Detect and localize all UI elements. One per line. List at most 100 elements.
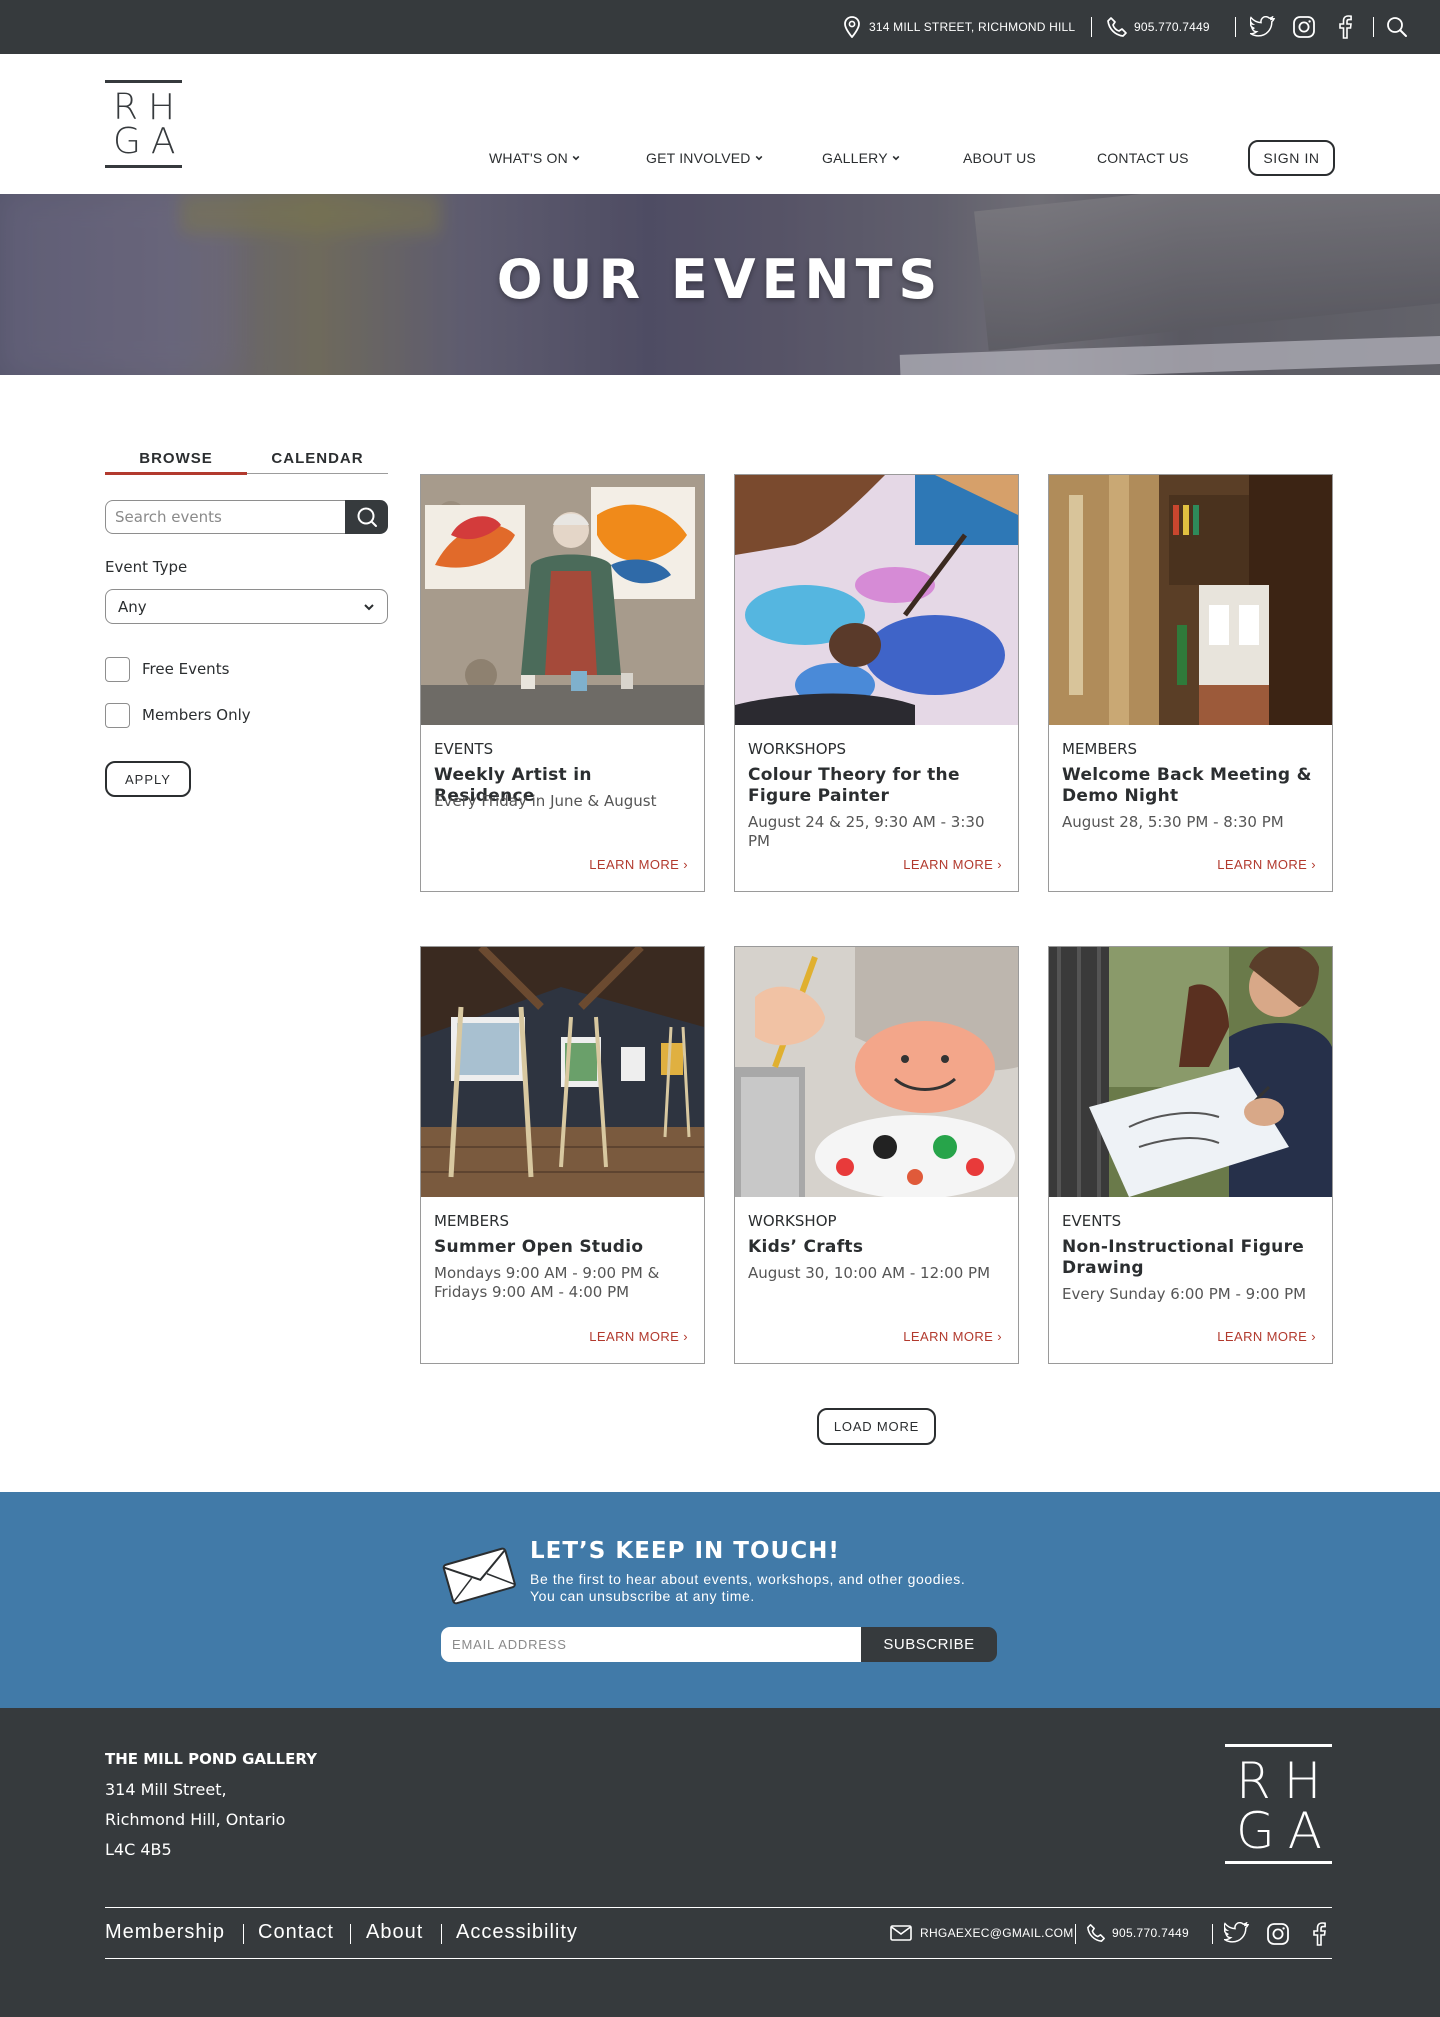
nav-label: CONTACT US (1097, 150, 1189, 166)
event-type-label: Event Type (105, 558, 188, 576)
event-image-welcome-back (1049, 475, 1332, 725)
footer-email-text: RHGAEXEC@GMAIL.COM (920, 1926, 1074, 1940)
nav-about-us[interactable]: ABOUT US (963, 148, 1036, 168)
search-icon[interactable] (1386, 0, 1408, 54)
divider (1373, 17, 1374, 37)
footer-phone-link[interactable]: 905.770.7449 (1086, 1922, 1189, 1944)
tab-calendar[interactable]: CALENDAR (247, 450, 388, 472)
event-date: August 24 & 25, 9:30 AM - 3:30 PM (748, 813, 985, 850)
footer-divider (105, 1907, 1332, 1908)
divider (243, 1924, 244, 1944)
tab-active-indicator (105, 472, 247, 475)
event-card[interactable]: MEMBERS Summer Open Studio Mondays 9:00 … (420, 946, 705, 1364)
divider (1212, 1924, 1213, 1944)
learn-more-link[interactable]: LEARN MORE › (903, 857, 1002, 872)
divider (1091, 17, 1092, 37)
newsletter-description: Be the first to hear about events, works… (530, 1571, 966, 1587)
event-card[interactable]: WORKSHOP Kids’ Crafts August 30, 10:00 A… (734, 946, 1019, 1364)
members-only-checkbox[interactable] (105, 703, 130, 728)
address-line: 314 Mill Street, (105, 1780, 227, 1799)
address-link[interactable]: 314 MILL STREET, RICHMOND HILL (843, 0, 1075, 54)
event-card[interactable]: MEMBERS Welcome Back Meeting & Demo Nigh… (1048, 474, 1333, 892)
chevron-down-icon (892, 155, 900, 161)
twitter-icon[interactable] (1250, 0, 1276, 54)
learn-more-link[interactable]: LEARN MORE › (1217, 1329, 1316, 1344)
chevron-down-icon (572, 155, 580, 161)
page-title: OUR EVENTS (496, 248, 944, 311)
envelope-icon (442, 1547, 516, 1605)
divider (441, 1924, 442, 1944)
search-icon (357, 507, 377, 527)
footer-link-accessibility[interactable]: Accessibility (456, 1921, 578, 1944)
footer-divider (105, 1958, 1332, 1959)
site-logo[interactable]: RH GA (105, 80, 182, 168)
facebook-icon[interactable] (1311, 1922, 1327, 1951)
event-title: Welcome Back Meeting & Demo Night (1062, 765, 1312, 806)
address-line: Richmond Hill, Ontario (105, 1810, 286, 1829)
newsletter-description: You can unsubscribe at any time. (530, 1588, 755, 1604)
chevron-down-icon (364, 603, 374, 610)
event-card[interactable]: EVENTS Weekly Artist in Residence Every … (420, 474, 705, 892)
event-card[interactable]: WORKSHOPS Colour Theory for the Figure P… (734, 474, 1019, 892)
footer-link-about[interactable]: About (366, 1921, 423, 1944)
instagram-icon[interactable] (1266, 1922, 1290, 1951)
footer-link-contact[interactable]: Contact (258, 1921, 334, 1944)
email-field[interactable] (441, 1627, 862, 1662)
event-title: Colour Theory for the Figure Painter (748, 765, 960, 806)
sign-in-button[interactable]: SIGN IN (1248, 140, 1335, 176)
event-category: WORKSHOPS (748, 740, 847, 758)
address-text: 314 MILL STREET, RICHMOND HILL (869, 20, 1076, 34)
twitter-icon[interactable] (1222, 1921, 1250, 1949)
learn-more-link[interactable]: LEARN MORE › (589, 857, 688, 872)
nav-contact-us[interactable]: CONTACT US (1097, 148, 1189, 168)
nav-gallery[interactable]: GALLERY (822, 148, 900, 168)
phone-text: 905.770.7449 (1134, 20, 1210, 34)
logo-text-bottom: GA (113, 121, 186, 162)
footer-email-link[interactable]: RHGAEXEC@GMAIL.COM (890, 1922, 1074, 1944)
event-date: August 28, 5:30 PM - 8:30 PM (1062, 813, 1284, 831)
tab-browse[interactable]: BROWSE (105, 450, 247, 472)
nav-whats-on[interactable]: WHAT'S ON (489, 148, 580, 168)
facebook-icon[interactable] (1337, 0, 1353, 54)
footer-link-membership[interactable]: Membership (105, 1921, 225, 1944)
instagram-icon[interactable] (1292, 0, 1316, 54)
subscribe-button[interactable]: SUBSCRIBE (861, 1627, 997, 1662)
event-category: MEMBERS (434, 1212, 510, 1230)
phone-link[interactable]: 905.770.7449 (1106, 0, 1210, 54)
search-input[interactable] (105, 500, 347, 534)
learn-more-link[interactable]: LEARN MORE › (1217, 857, 1316, 872)
divider (1075, 1924, 1076, 1944)
event-category: EVENTS (434, 740, 494, 758)
event-card[interactable]: EVENTS Non-Instructional Figure Drawing … (1048, 946, 1333, 1364)
free-events-checkbox[interactable] (105, 657, 130, 682)
apply-button[interactable]: APPLY (105, 761, 191, 797)
logo-rule (105, 80, 182, 83)
logo-text-bottom: GA (1236, 1802, 1335, 1860)
site-header: RH GA WHAT'S ON GET INVOLVED GALLERY ABO… (0, 54, 1440, 194)
event-category: MEMBERS (1062, 740, 1138, 758)
event-image-figure-drawing (1049, 947, 1332, 1197)
learn-more-link[interactable]: LEARN MORE › (903, 1329, 1002, 1344)
event-date: Mondays 9:00 AM - 9:00 PM & Fridays 9:00… (434, 1264, 660, 1301)
event-type-select[interactable]: Any (105, 589, 388, 624)
event-image-kids-crafts (735, 947, 1018, 1197)
nav-label: GALLERY (822, 150, 888, 166)
event-category: WORKSHOP (748, 1212, 837, 1230)
event-title: Kids’ Crafts (748, 1237, 864, 1257)
event-date: August 30, 10:00 AM - 12:00 PM (748, 1264, 991, 1282)
divider (350, 1924, 351, 1944)
address-line: L4C 4B5 (105, 1840, 172, 1859)
search-button[interactable] (345, 500, 388, 534)
event-date: Every Sunday 6:00 PM - 9:00 PM (1062, 1285, 1307, 1303)
event-date: Every Friday in June & August (434, 792, 657, 810)
logo-text-top: RH (1236, 1752, 1335, 1810)
location-pin-icon (843, 16, 861, 38)
learn-more-link[interactable]: LEARN MORE › (589, 1329, 688, 1344)
nav-get-involved[interactable]: GET INVOLVED (646, 148, 763, 168)
event-image-open-studio (421, 947, 704, 1197)
footer-logo[interactable]: RH GA (1225, 1744, 1332, 1864)
divider (1235, 17, 1236, 37)
load-more-button[interactable]: LOAD MORE (817, 1408, 936, 1445)
footer-phone-text: 905.770.7449 (1112, 1926, 1190, 1940)
nav-label: WHAT'S ON (489, 150, 568, 166)
